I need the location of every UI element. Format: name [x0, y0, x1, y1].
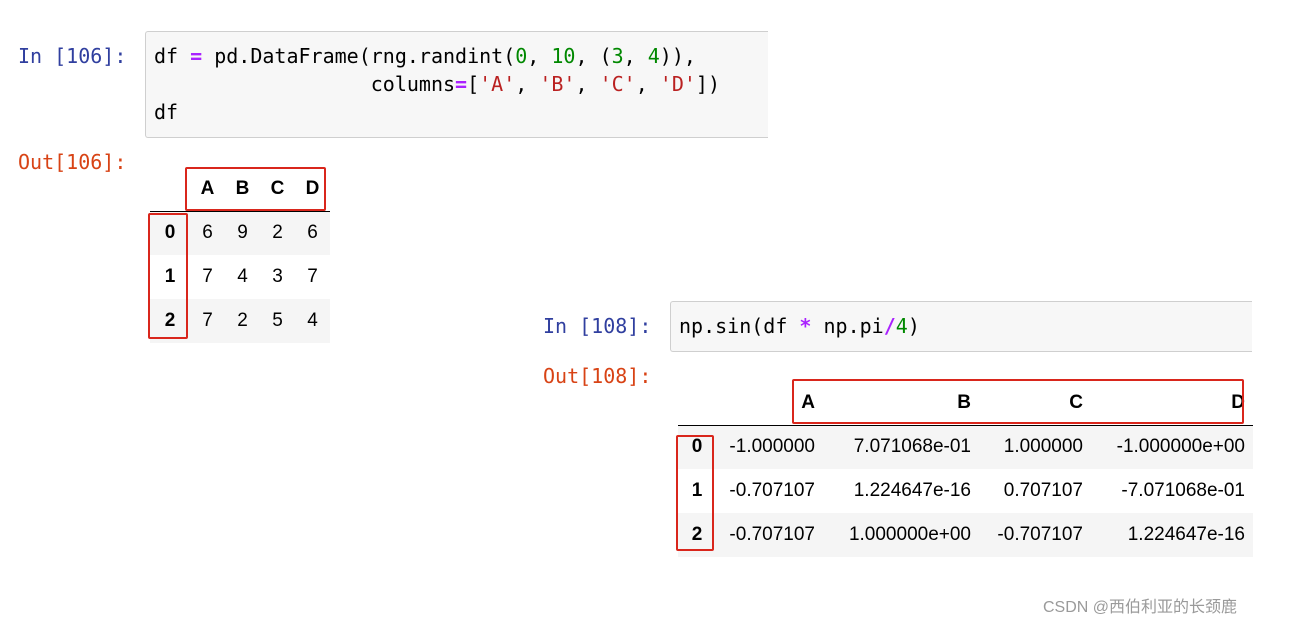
input-prompt-108: In [108]:	[543, 314, 652, 338]
code-token: , (	[575, 44, 612, 68]
code-token: np.sin(df	[679, 314, 800, 338]
table-cell: 4	[307, 310, 318, 331]
code-token-number: 4	[895, 314, 908, 338]
table-cell: 0.707107	[1003, 480, 1083, 501]
table-cell: 2	[237, 310, 248, 331]
table-cell: 1.000000	[1003, 436, 1083, 458]
code-token: ,	[527, 44, 552, 68]
table-cell: 9	[237, 222, 248, 244]
table-cell: 7	[202, 310, 213, 331]
table-cell: -7.071068e-01	[1121, 480, 1245, 501]
column-highlight-box	[185, 167, 326, 211]
code-token-operator: /	[883, 314, 896, 338]
table-cell: 4	[237, 266, 248, 287]
code-token: ,	[575, 72, 600, 96]
code-token: pd.DataFrame(rng.randint(	[202, 44, 516, 68]
table-cell: 3	[272, 266, 283, 287]
index-highlight-box	[676, 435, 714, 551]
table-row: 2 -0.707107 1.000000e+00 -0.707107 1.224…	[678, 513, 1253, 557]
code-line-1: df = pd.DataFrame(rng.randint(0, 10, (3,…	[154, 44, 696, 68]
index-highlight-box	[148, 213, 188, 339]
index-header	[150, 167, 190, 212]
code-line-2: columns=['A', 'B', 'C', 'D'])	[154, 72, 720, 96]
code-token-operator: *	[799, 314, 812, 338]
code-token: [	[467, 72, 480, 96]
table-cell: 7	[202, 266, 213, 287]
code-token-operator: =	[190, 44, 203, 68]
table-cell: 6	[307, 222, 318, 244]
code-token-string: 'D'	[659, 72, 696, 96]
output-prompt-106: Out[106]:	[18, 150, 127, 174]
table-cell: -0.707107	[729, 480, 815, 501]
table-cell: 7.071068e-01	[853, 436, 971, 458]
table-row: 0 -1.000000 7.071068e-01 1.000000 -1.000…	[678, 425, 1253, 469]
code-token: ])	[695, 72, 720, 96]
code-token: df	[154, 44, 191, 68]
code-token: ,	[515, 72, 540, 96]
code-token-operator: =	[455, 72, 468, 96]
table-cell: -1.000000e+00	[1116, 436, 1245, 458]
table-cell: -0.707107	[997, 524, 1083, 545]
index-header	[678, 381, 716, 426]
code-token-string: 'B'	[539, 72, 576, 96]
table-cell: 7	[307, 266, 318, 287]
code-token-number: 4	[647, 44, 660, 68]
code-line-1: np.sin(df * np.pi/4)	[679, 314, 920, 338]
table-cell: 1.224647e-16	[1127, 524, 1245, 545]
table-cell: 2	[272, 222, 283, 244]
code-cell-106[interactable]: df = pd.DataFrame(rng.randint(0, 10, (3,…	[145, 31, 768, 138]
table-row: 1 -0.707107 1.224647e-16 0.707107 -7.071…	[678, 469, 1253, 513]
code-line-3: df	[154, 100, 179, 124]
table-cell: 1.000000e+00	[848, 524, 971, 545]
input-prompt-106: In [106]:	[18, 44, 127, 68]
table-cell: 1.224647e-16	[853, 480, 971, 501]
output-prompt-108: Out[108]:	[543, 364, 652, 388]
column-highlight-box	[792, 379, 1244, 424]
code-token-string: 'A'	[479, 72, 516, 96]
code-token-number: 3	[611, 44, 624, 68]
watermark: CSDN @西伯利亚的长颈鹿	[1043, 599, 1238, 616]
code-token-number: 10	[551, 44, 576, 68]
code-token: ,	[623, 44, 648, 68]
code-token: columns	[154, 72, 456, 96]
code-token-string: 'C'	[599, 72, 636, 96]
code-token-number: 0	[515, 44, 528, 68]
code-token: np.pi	[811, 314, 884, 338]
table-cell: -1.000000	[729, 436, 815, 458]
table-cell: 6	[202, 222, 213, 244]
code-cell-108[interactable]: np.sin(df * np.pi/4)	[670, 301, 1252, 352]
table-cell: -0.707107	[729, 524, 815, 545]
code-token: )	[907, 314, 920, 338]
code-token: ,	[635, 72, 660, 96]
table-cell: 5	[272, 310, 283, 331]
code-token: )),	[659, 44, 696, 68]
